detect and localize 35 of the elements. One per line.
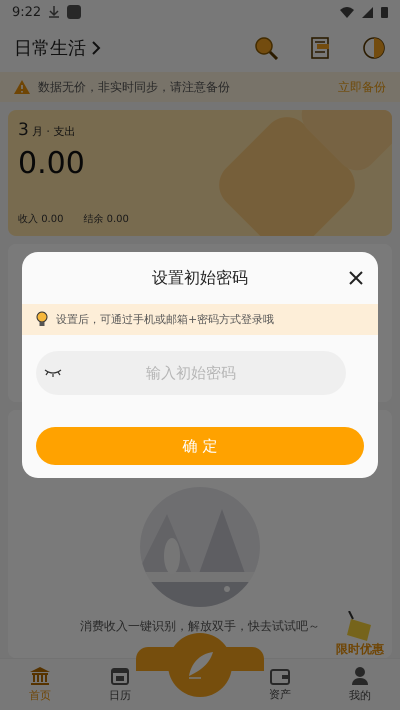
search-icon[interactable] [254, 36, 278, 60]
person-icon [351, 666, 369, 686]
month-number: 3 [18, 120, 29, 140]
closed-eye-icon[interactable] [44, 369, 62, 377]
app-icon [67, 5, 82, 19]
expense-caption: 月 · 支出 [32, 124, 76, 139]
battery-icon [381, 6, 388, 18]
balance-summary: 结余 0.00 [83, 212, 129, 226]
status-time: 9:22 [12, 4, 42, 20]
ledger-title[interactable]: 日常生活 [14, 36, 86, 60]
tip-text: 设置后，可通过手机或邮箱+密码方式登录哦 [56, 312, 274, 327]
empty-state-message: 消费收入一键识别，解放双手，快去试试吧～ [80, 618, 320, 635]
password-field[interactable]: 输入初始密码 [36, 351, 346, 395]
scroll-icon[interactable] [308, 36, 332, 60]
wifi-icon [340, 6, 354, 18]
bank-icon [29, 666, 51, 686]
calendar-icon [110, 666, 130, 686]
chevron-right-icon[interactable] [92, 41, 101, 55]
promo-label[interactable]: 限时优惠 [336, 641, 384, 658]
signal-icon [362, 6, 373, 18]
close-icon [349, 271, 363, 285]
wallet-icon [270, 667, 290, 685]
pie-chart-icon[interactable] [362, 36, 386, 60]
nav-tab[interactable]: 资产 [240, 659, 320, 710]
download-icon [49, 6, 60, 18]
income-summary: 收入 0.00 [18, 212, 64, 226]
nav-tab[interactable]: 我的 [320, 659, 400, 710]
dialog-title: 设置初始密码 [152, 268, 248, 288]
nav-tab[interactable]: 首页 [0, 659, 80, 710]
expense-amount: 0.00 [18, 146, 86, 181]
warning-icon [14, 80, 30, 94]
backup-warning: 数据无价，非实时同步，请注意备份 [38, 78, 230, 96]
confirm-button[interactable]: 确 定 [36, 427, 364, 465]
nav-tab[interactable]: 日历 [80, 659, 160, 710]
lightbulb-icon [36, 311, 48, 328]
